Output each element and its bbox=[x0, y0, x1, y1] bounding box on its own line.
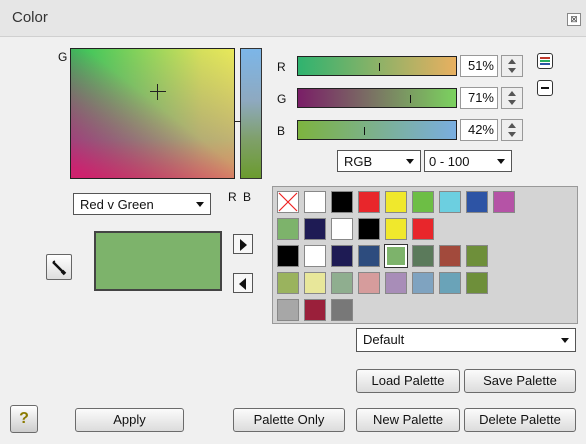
color-plane[interactable] bbox=[70, 48, 235, 179]
value-range-value: 0 - 100 bbox=[429, 154, 470, 169]
palette-swatch[interactable] bbox=[384, 244, 408, 268]
help-icon: ? bbox=[19, 410, 29, 427]
save-palette-button[interactable]: Save Palette bbox=[464, 369, 576, 393]
eyedropper-icon bbox=[52, 260, 67, 276]
palette-swatch[interactable] bbox=[412, 272, 434, 294]
palette-swatch[interactable] bbox=[304, 245, 326, 267]
value-range-select[interactable]: 0 - 100 bbox=[424, 150, 512, 172]
slider-label-r: R bbox=[277, 60, 286, 74]
plane-horizontal-axis-label-r: R bbox=[228, 190, 237, 204]
palette-swatch[interactable] bbox=[277, 191, 299, 213]
palette-swatch[interactable] bbox=[358, 272, 380, 294]
slider-g[interactable] bbox=[297, 88, 457, 108]
title-bar bbox=[0, 0, 586, 37]
palette-swatch[interactable] bbox=[304, 218, 326, 240]
palette-swatch[interactable] bbox=[358, 191, 380, 213]
slider-g-spinner[interactable] bbox=[501, 87, 523, 109]
apply-button[interactable]: Apply bbox=[75, 408, 184, 432]
arrow-left-icon bbox=[239, 278, 246, 290]
arrow-right-icon bbox=[240, 239, 247, 251]
palette-swatch[interactable] bbox=[331, 245, 353, 267]
color-strip-slider[interactable] bbox=[235, 48, 262, 179]
plane-vertical-axis-label: G bbox=[58, 50, 68, 64]
palette-grid[interactable] bbox=[272, 186, 578, 324]
palette-swatch[interactable] bbox=[277, 299, 299, 321]
chevron-down-icon bbox=[497, 159, 505, 164]
color-model-value: RGB bbox=[344, 154, 373, 169]
current-color-swatch bbox=[94, 231, 222, 291]
slider-g-value[interactable]: 71% bbox=[460, 87, 498, 109]
pick-from-palette-button[interactable] bbox=[233, 273, 253, 293]
plane-mode-value: Red v Green bbox=[80, 197, 154, 212]
palette-swatch[interactable] bbox=[331, 191, 353, 213]
chevron-down-icon bbox=[196, 202, 204, 207]
slider-g-thumb[interactable] bbox=[410, 95, 411, 103]
plane-horizontal-axis-label-b: B bbox=[243, 190, 252, 204]
slider-b-spinner[interactable] bbox=[501, 119, 523, 141]
palette-swatch[interactable] bbox=[304, 299, 326, 321]
palette-swatch[interactable] bbox=[412, 245, 434, 267]
palette-swatch[interactable] bbox=[439, 191, 461, 213]
palette-swatch[interactable] bbox=[466, 272, 488, 294]
window-title: Color bbox=[12, 9, 48, 26]
delete-palette-button[interactable]: Delete Palette bbox=[464, 408, 576, 432]
slider-mode-button[interactable] bbox=[537, 53, 553, 69]
slider-b-thumb[interactable] bbox=[364, 127, 365, 135]
load-palette-button[interactable]: Load Palette bbox=[356, 369, 460, 393]
palette-swatch[interactable] bbox=[439, 245, 461, 267]
help-button[interactable]: ? bbox=[10, 405, 38, 433]
sliders-icon bbox=[540, 57, 550, 65]
slider-label-g: G bbox=[277, 92, 287, 106]
chevron-down-icon bbox=[561, 338, 569, 343]
collapse-button[interactable] bbox=[537, 80, 553, 96]
slider-b[interactable] bbox=[297, 120, 457, 140]
slider-r-spinner[interactable] bbox=[501, 55, 523, 77]
palette-swatch[interactable] bbox=[358, 245, 380, 267]
palette-swatch[interactable] bbox=[277, 218, 299, 240]
slider-r-value[interactable]: 51% bbox=[460, 55, 498, 77]
palette-only-button[interactable]: Palette Only bbox=[233, 408, 345, 432]
palette-swatch[interactable] bbox=[277, 245, 299, 267]
slider-b-value[interactable]: 42% bbox=[460, 119, 498, 141]
palette-swatch[interactable] bbox=[358, 218, 380, 240]
chevron-down-icon bbox=[406, 159, 414, 164]
palette-swatch[interactable] bbox=[304, 191, 326, 213]
palette-swatch[interactable] bbox=[331, 272, 353, 294]
palette-swatch[interactable] bbox=[412, 191, 434, 213]
slider-r[interactable] bbox=[297, 56, 457, 76]
palette-swatch[interactable] bbox=[277, 272, 299, 294]
slider-r-thumb[interactable] bbox=[379, 63, 380, 71]
palette-swatch[interactable] bbox=[385, 191, 407, 213]
palette-swatch[interactable] bbox=[412, 218, 434, 240]
palette-swatch[interactable] bbox=[493, 191, 515, 213]
eyedropper-button[interactable] bbox=[46, 254, 72, 280]
palette-swatch[interactable] bbox=[466, 191, 488, 213]
color-model-select[interactable]: RGB bbox=[337, 150, 421, 172]
plane-mode-select[interactable]: Red v Green bbox=[73, 193, 211, 215]
close-icon[interactable]: ⊠ bbox=[567, 13, 581, 26]
palette-swatch[interactable] bbox=[385, 272, 407, 294]
palette-swatch[interactable] bbox=[331, 299, 353, 321]
palette-swatch[interactable] bbox=[466, 245, 488, 267]
new-palette-button[interactable]: New Palette bbox=[356, 408, 460, 432]
palette-swatch[interactable] bbox=[331, 218, 353, 240]
palette-swatch[interactable] bbox=[385, 218, 407, 240]
no-color-icon bbox=[278, 192, 298, 212]
minus-icon bbox=[541, 87, 549, 89]
palette-select[interactable]: Default bbox=[356, 328, 576, 352]
palette-select-value: Default bbox=[363, 332, 405, 347]
add-to-palette-button[interactable] bbox=[233, 234, 253, 254]
palette-swatch[interactable] bbox=[439, 272, 461, 294]
slider-label-b: B bbox=[277, 124, 286, 138]
palette-swatch[interactable] bbox=[304, 272, 326, 294]
crosshair-icon[interactable] bbox=[150, 84, 166, 100]
